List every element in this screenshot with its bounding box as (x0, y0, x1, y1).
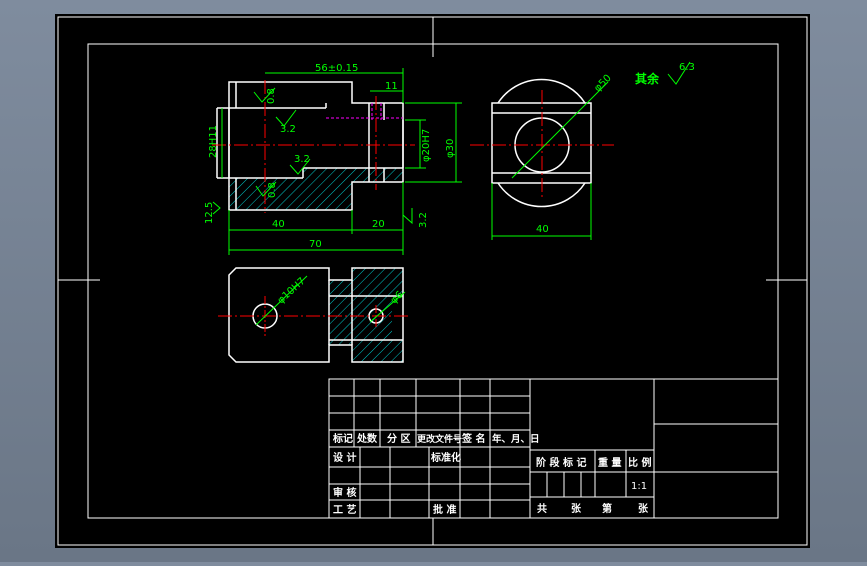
dim-11: 11 (385, 81, 398, 92)
dim-70: 70 (309, 239, 322, 250)
tb-weight: 重 量 (598, 456, 621, 469)
tb-header-sign: 签 名 (461, 432, 485, 445)
dim-phi20h7: φ20H7 (421, 129, 432, 162)
tb-sheets: 张 (571, 502, 582, 515)
tb-stage-mark: 阶 段 标 记 (536, 456, 586, 469)
dim-roughness-0-8b: 0.8 (267, 182, 278, 198)
dim-roughness-0-8a: 0.8 (266, 88, 277, 104)
dim-12-5: 12.5 (204, 202, 215, 224)
cad-viewport[interactable]: 56±0.15 11 0.8 3.2 28H11 3.2 φ20H7 φ30 0… (0, 0, 867, 562)
dim-28h11: 28H11 (208, 125, 219, 158)
tb-page: 第 (602, 502, 612, 515)
tb-header-date: 年、月、日 (492, 433, 540, 445)
tb-header-mark: 标记 (332, 432, 353, 445)
dim-roughness-3-2a: 3.2 (280, 124, 296, 135)
tb-review: 审 核 (333, 486, 356, 499)
tb-scale-label: 比 例 (628, 456, 651, 469)
tb-sheet2: 张 (638, 502, 649, 515)
tb-header-zone: 分 区 (387, 432, 410, 445)
dim-20: 20 (372, 219, 385, 230)
dim-40a: 40 (272, 219, 285, 230)
roughness-rest-label: 其余 (635, 71, 660, 86)
tb-standardize: 标准化 (430, 451, 461, 464)
tb-design: 设 计 (333, 451, 356, 464)
tb-approve: 批 准 (433, 503, 456, 516)
drawing-sheet (55, 14, 810, 548)
tb-total: 共 (537, 502, 547, 515)
dim-roughness-3-2c: 3.2 (418, 212, 429, 228)
dim-40b: 40 (536, 224, 549, 235)
tb-header-change-doc: 更改文件号 (417, 433, 462, 445)
drawing-canvas[interactable]: 56±0.15 11 0.8 3.2 28H11 3.2 φ20H7 φ30 0… (0, 0, 867, 562)
dim-56: 56±0.15 (315, 63, 358, 74)
dim-roughness-3-2b: 3.2 (294, 154, 310, 165)
dim-phi30: φ30 (445, 139, 456, 158)
tb-scale-value: 1:1 (631, 481, 647, 492)
roughness-rest-value: 6.3 (679, 62, 695, 73)
tb-header-count: 处数 (356, 432, 378, 445)
tb-process: 工 艺 (333, 503, 356, 516)
